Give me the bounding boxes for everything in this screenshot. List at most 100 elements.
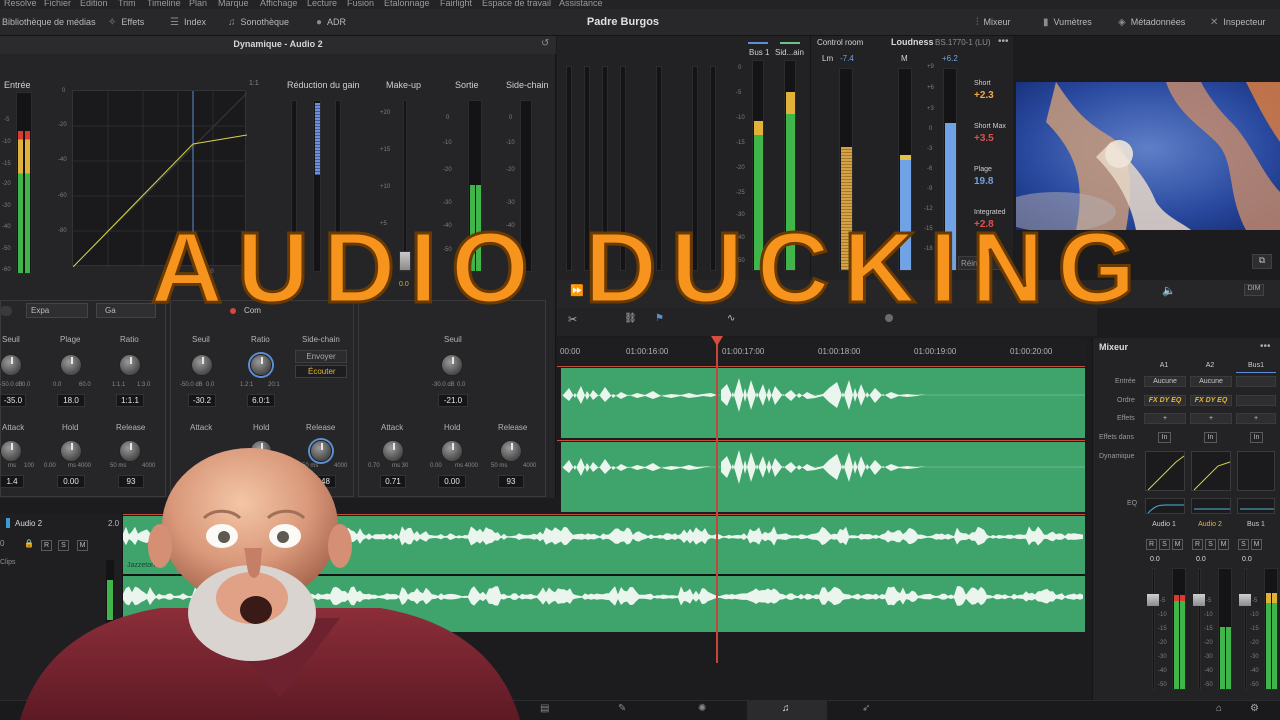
reset-icon[interactable]: ↺	[541, 38, 549, 49]
toolbar-metadata[interactable]: ◈ Métadonnées	[1118, 17, 1185, 28]
mixer-eq-a2[interactable]	[1191, 498, 1231, 514]
toolbar-index[interactable]: ☰ Index	[170, 17, 206, 28]
mixer-fx-in-a2[interactable]: In	[1204, 432, 1217, 443]
mixer-bus1-fader[interactable]	[1239, 594, 1251, 606]
sidechain-listen-button[interactable]: Écouter	[295, 365, 347, 378]
mixer-bus1-meter	[1264, 568, 1278, 690]
index-icon: ☰	[170, 17, 179, 28]
menu-item[interactable]: Plan	[189, 0, 207, 8]
playhead[interactable]	[716, 338, 718, 663]
toolbar-media-pool[interactable]: Bibliothèque de médias	[2, 17, 96, 27]
mixer-bus1-mute[interactable]: M	[1251, 539, 1262, 550]
expander-seuil-value[interactable]: -35.0	[0, 394, 26, 407]
menu-item[interactable]: Fichier	[44, 0, 71, 8]
video-viewer[interactable]	[1016, 82, 1280, 230]
mixer-a2-mute[interactable]: M	[1218, 539, 1229, 550]
deliver-page-icon[interactable]: ➶	[862, 703, 870, 714]
toolbar-adr[interactable]: ● ADR	[316, 17, 346, 28]
expander-seuil-knob[interactable]	[0, 354, 22, 376]
compressor-seuil-range-min: -50.0 dB	[180, 382, 203, 388]
toolbar-effects[interactable]: ✧ Effets	[108, 17, 144, 28]
mixer-input-a2[interactable]: Aucune	[1190, 376, 1232, 387]
menu-item[interactable]: Lecture	[307, 0, 337, 8]
expander-plage-value[interactable]: 18.0	[57, 394, 85, 407]
menu-item[interactable]: Fairlight	[440, 0, 472, 8]
compressor-seuil-value[interactable]: -30.2	[188, 394, 216, 407]
expander-toggle[interactable]	[0, 306, 12, 316]
ruler-timecode: 01:00:17:00	[722, 347, 765, 356]
expander-ratio-value[interactable]: 1:1.1	[116, 394, 144, 407]
mixer-fx-in-bus1[interactable]: In	[1250, 432, 1263, 443]
mixer-a1-record[interactable]: R	[1146, 539, 1157, 550]
expander-plage-knob[interactable]	[60, 354, 82, 376]
toolbar-mixer[interactable]: ⫶ Mixeur	[976, 17, 1011, 28]
mixer-eq-a1[interactable]	[1145, 498, 1185, 514]
sidechain-tick: 0	[509, 115, 513, 121]
compressor-ratio-knob[interactable]	[250, 354, 272, 376]
fusion-page-icon[interactable]: ✺	[698, 703, 706, 714]
loudness-more-icon[interactable]: •••	[998, 36, 1009, 47]
expander-ratio-knob[interactable]	[119, 354, 141, 376]
limiter-seuil-knob[interactable]	[441, 354, 463, 376]
color-page-icon[interactable]: ✎	[618, 703, 626, 714]
mixer-a1-solo[interactable]: S	[1159, 539, 1170, 550]
mixer-a2-fader-track[interactable]	[1198, 568, 1201, 690]
mixer-a2-fader[interactable]	[1193, 594, 1205, 606]
mixer-col-a1: A1	[1159, 362, 1169, 369]
mixer-add-effect-a1[interactable]: +	[1144, 413, 1186, 424]
short-max-value: +3.5	[974, 133, 994, 144]
sidechain-send-button[interactable]: Envoyer	[295, 350, 347, 363]
mixer-more-icon[interactable]: •••	[1260, 341, 1271, 352]
limiter-seuil-value[interactable]: -21.0	[438, 394, 468, 407]
mixer-eq-bus1[interactable]	[1237, 498, 1275, 514]
mixer-a2-record[interactable]: R	[1192, 539, 1203, 550]
mixer-a1-fader-track[interactable]	[1152, 568, 1155, 690]
sound-library-icon: ♫	[228, 17, 236, 28]
menu-item[interactable]: Affichage	[260, 0, 297, 8]
menu-item[interactable]: Assistance	[559, 0, 603, 8]
expander-hold-label: Hold	[62, 423, 79, 432]
mixer-dynamics-bus1[interactable]	[1237, 451, 1275, 491]
mixer-bus1-solo[interactable]: S	[1238, 539, 1249, 550]
compressor-seuil-knob[interactable]	[191, 354, 213, 376]
expander-ratio-range-max: 1:3.0	[137, 382, 151, 388]
mixer-a1-fader[interactable]	[1147, 594, 1159, 606]
menu-item[interactable]: Timeline	[147, 0, 181, 8]
mixer-order-a1[interactable]: FX DY EQ	[1144, 395, 1186, 406]
menu-item[interactable]: Fusion	[347, 0, 374, 8]
mixer-a1-mute[interactable]: M	[1172, 539, 1183, 550]
mixer-dynamics-a2[interactable]	[1191, 451, 1231, 491]
mixer-add-effect-bus1[interactable]: +	[1236, 413, 1276, 424]
mixer-order-a2[interactable]: FX DY EQ	[1190, 395, 1232, 406]
sidechain-tick: -30	[506, 200, 515, 206]
input-tick: -60	[2, 267, 11, 273]
menu-item[interactable]: Resolve	[4, 0, 37, 8]
eq-curve-thumbnail	[1240, 508, 1274, 510]
menu-item[interactable]: Étalonnage	[384, 0, 430, 8]
input-tick: -15	[2, 161, 11, 167]
compressor-ratio-value[interactable]: 6.0:1	[247, 394, 275, 407]
menu-item[interactable]: Marque	[218, 0, 249, 8]
menu-item[interactable]: Edition	[80, 0, 108, 8]
mixer-input-bus1[interactable]	[1236, 376, 1276, 387]
toolbar-inspector[interactable]: ✕ Inspecteur	[1210, 17, 1265, 28]
dynamics-curve-thumbnail	[1147, 455, 1185, 491]
mixer-a2-solo[interactable]: S	[1205, 539, 1216, 550]
voice-clip[interactable]	[561, 368, 1085, 438]
toolbar-meters[interactable]: ▮ Vumètres	[1043, 17, 1092, 28]
m-tick: 0	[929, 126, 933, 132]
menu-item[interactable]: Espace de travail	[482, 0, 551, 8]
voice-clip-right[interactable]	[561, 442, 1085, 512]
settings-gear-icon[interactable]: ⚙	[1250, 703, 1259, 714]
loudness-standard[interactable]: BS.1770-1 (LU)	[935, 38, 991, 47]
mixer-fx-in-a1[interactable]: In	[1158, 432, 1171, 443]
mixer-input-a1[interactable]: Aucune	[1144, 376, 1186, 387]
mixer-bus1-fader-track[interactable]	[1244, 568, 1247, 690]
home-icon[interactable]: ⌂	[1216, 703, 1222, 714]
menu-item[interactable]: Trim	[118, 0, 136, 8]
bus1-column-marker	[1236, 372, 1276, 373]
mixer-order-bus1[interactable]	[1236, 395, 1276, 406]
mixer-dynamics-a1[interactable]	[1145, 451, 1185, 491]
mixer-add-effect-a2[interactable]: +	[1190, 413, 1232, 424]
toolbar-sound-library[interactable]: ♫ Sonothèque	[228, 17, 289, 28]
